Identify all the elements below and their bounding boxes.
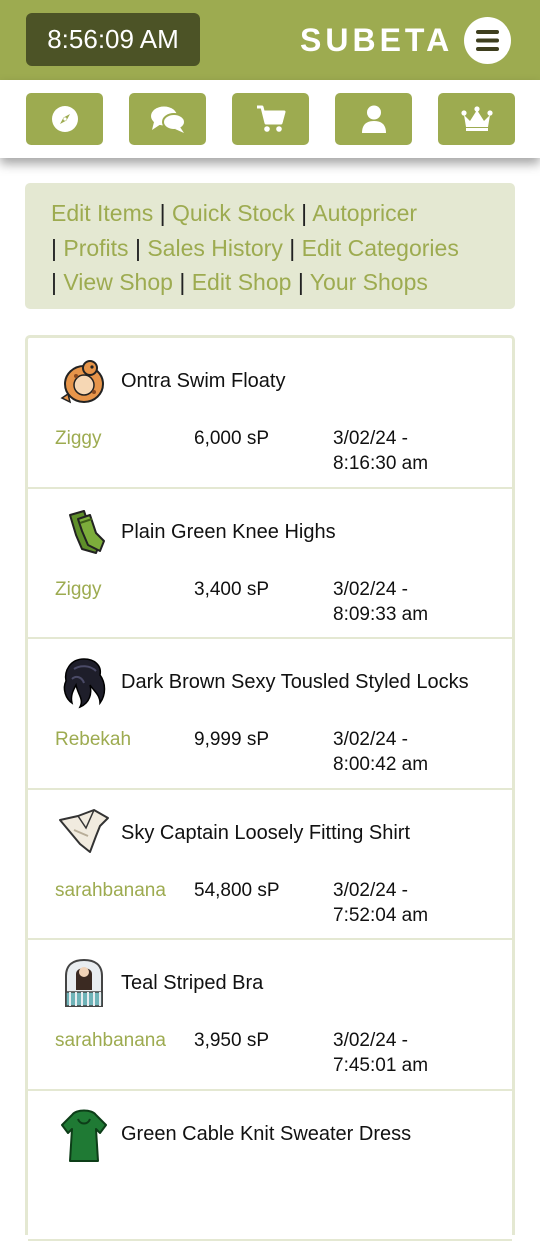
profile-button[interactable]	[335, 93, 412, 145]
autopricer-link[interactable]: Autopricer	[312, 200, 417, 226]
your-shops-link[interactable]: Your Shops	[310, 269, 428, 295]
sale-row: Sky Captain Loosely Fitting Shirt sarahb…	[28, 790, 512, 941]
sale-date: 3/02/24 - 7:52:04 am	[333, 878, 473, 928]
sale-row: Plain Green Knee Highs Ziggy 3,400 sP 3/…	[28, 489, 512, 640]
icon-nav	[0, 80, 540, 158]
item-name: Sky Captain Loosely Fitting Shirt	[121, 820, 410, 846]
sale-price: 3,400 sP	[194, 577, 269, 602]
item-name: Green Cable Knit Sweater Dress	[121, 1121, 411, 1147]
top-bar: 8:56:09 AM SUBETA	[0, 0, 540, 80]
brand-logo[interactable]: SUBETA	[300, 20, 453, 60]
link-separator: |	[298, 269, 304, 295]
edit-categories-link[interactable]: Edit Categories	[302, 235, 459, 261]
shop-links-panel: Edit Items | Quick Stock | Autopricer | …	[25, 183, 515, 309]
links-line-2: | Profits | Sales History | Edit Categor…	[51, 231, 495, 266]
item-name: Teal Striped Bra	[121, 970, 263, 996]
chat-icon	[150, 105, 186, 133]
shop-button[interactable]	[232, 93, 309, 145]
sweater-dress-icon[interactable]	[56, 1107, 112, 1163]
sales-history-list: Ontra Swim Floaty Ziggy 6,000 sP 3/02/24…	[25, 335, 515, 1235]
quick-stock-link[interactable]: Quick Stock	[172, 200, 295, 226]
hair-locks-icon[interactable]	[56, 655, 112, 711]
sale-price: 3,950 sP	[194, 1028, 269, 1053]
edit-shop-link[interactable]: Edit Shop	[192, 269, 292, 295]
menu-button[interactable]	[464, 17, 511, 64]
hamburger-icon	[476, 30, 499, 51]
explore-button[interactable]	[26, 93, 103, 145]
view-shop-link[interactable]: View Shop	[63, 269, 173, 295]
shirt-icon[interactable]	[56, 806, 112, 862]
item-name: Dark Brown Sexy Tousled Styled Locks	[121, 669, 469, 695]
sale-row: Ontra Swim Floaty Ziggy 6,000 sP 3/02/24…	[28, 338, 512, 489]
edit-items-link[interactable]: Edit Items	[51, 200, 153, 226]
link-separator: |	[301, 200, 307, 226]
green-knee-highs-icon[interactable]	[56, 505, 112, 561]
buyer-link[interactable]: Ziggy	[55, 426, 101, 451]
sale-row: Green Cable Knit Sweater Dress	[28, 1091, 512, 1241]
sales-history-link[interactable]: Sales History	[147, 235, 282, 261]
user-icon	[361, 105, 387, 133]
chat-button[interactable]	[129, 93, 206, 145]
cart-icon	[256, 105, 286, 133]
profits-link[interactable]: Profits	[63, 235, 128, 261]
premium-button[interactable]	[438, 93, 515, 145]
compass-icon	[52, 106, 78, 132]
item-name: Ontra Swim Floaty	[121, 368, 285, 394]
link-separator: |	[289, 235, 295, 261]
ontra-floaty-icon[interactable]	[56, 354, 112, 410]
sale-price: 9,999 sP	[194, 727, 269, 752]
clock: 8:56:09 AM	[26, 13, 200, 66]
buyer-link[interactable]: sarahbanana	[55, 878, 166, 903]
links-line-1: Edit Items | Quick Stock | Autopricer	[51, 196, 495, 231]
buyer-link[interactable]: Ziggy	[55, 577, 101, 602]
link-separator: |	[179, 269, 185, 295]
link-separator: |	[135, 235, 141, 261]
sale-price: 6,000 sP	[194, 426, 269, 451]
links-line-3: | View Shop | Edit Shop | Your Shops	[51, 265, 495, 300]
sale-row: Dark Brown Sexy Tousled Styled Locks Reb…	[28, 639, 512, 790]
sale-date: 3/02/24 - 7:45:01 am	[333, 1028, 473, 1078]
sale-row: Teal Striped Bra sarahbanana 3,950 sP 3/…	[28, 940, 512, 1091]
bra-icon[interactable]	[56, 956, 112, 1012]
link-separator: |	[51, 269, 57, 295]
link-separator: |	[51, 235, 57, 261]
sale-date: 3/02/24 - 8:00:42 am	[333, 727, 473, 777]
sale-date: 3/02/24 - 8:16:30 am	[333, 426, 473, 476]
link-separator: |	[160, 200, 166, 226]
item-name: Plain Green Knee Highs	[121, 519, 336, 545]
buyer-link[interactable]: sarahbanana	[55, 1028, 166, 1053]
sale-date: 3/02/24 - 8:09:33 am	[333, 577, 473, 627]
buyer-link[interactable]: Rebekah	[55, 727, 131, 752]
crown-icon	[461, 106, 493, 132]
sale-price: 54,800 sP	[194, 878, 280, 903]
